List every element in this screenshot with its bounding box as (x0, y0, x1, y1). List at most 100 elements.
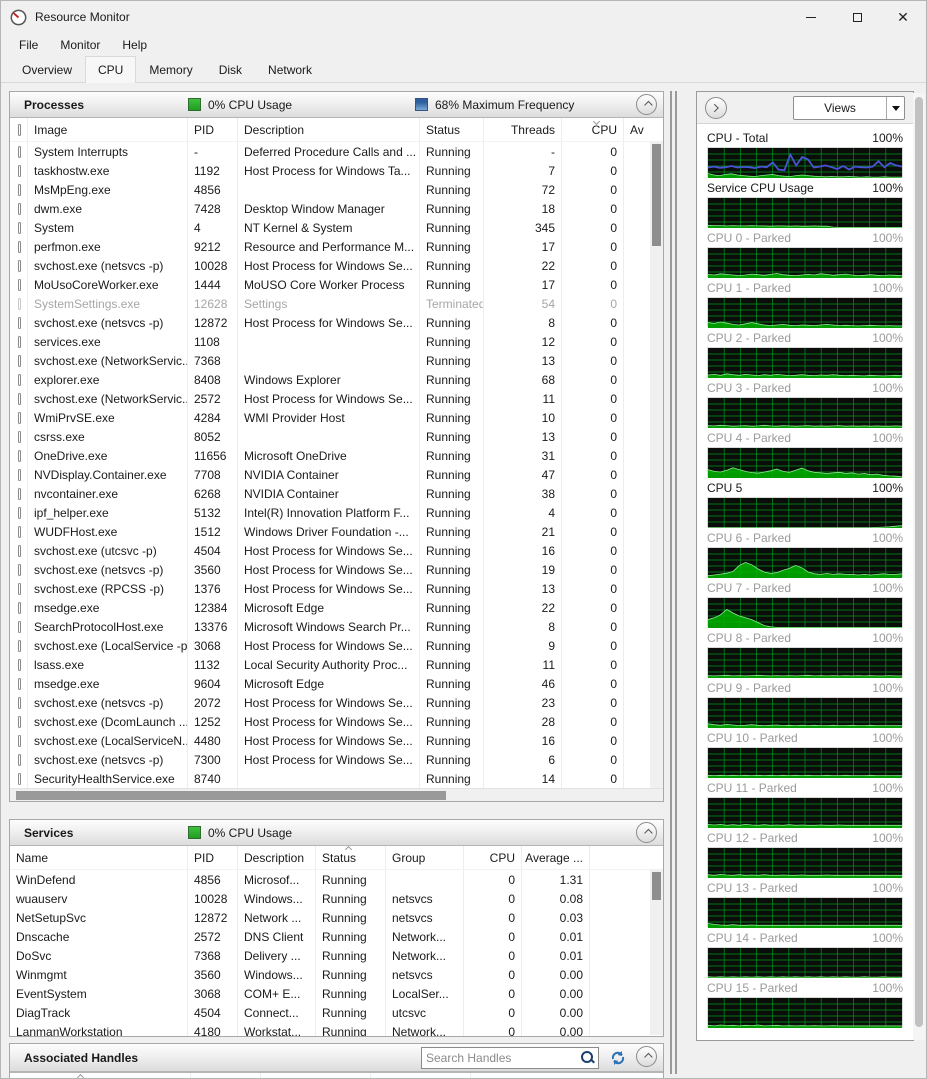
process-row[interactable]: WUDFHost.exe 1512 Windows Driver Foundatio… (10, 522, 663, 541)
row-checkbox[interactable] (10, 560, 28, 579)
select-all-checkbox[interactable] (10, 118, 28, 141)
row-checkbox[interactable] (10, 275, 28, 294)
processes-vertical-scrollbar[interactable] (650, 142, 663, 788)
row-checkbox[interactable] (10, 218, 28, 237)
col-threads[interactable]: Threads (484, 118, 562, 141)
row-checkbox[interactable] (10, 617, 28, 636)
row-checkbox[interactable] (10, 522, 28, 541)
row-checkbox[interactable] (10, 237, 28, 256)
row-checkbox[interactable] (10, 408, 28, 427)
process-row[interactable]: csrss.exe 8052 Running 13 0 (10, 427, 663, 446)
row-checkbox[interactable] (10, 484, 28, 503)
col-status[interactable]: Status (420, 118, 484, 141)
row-checkbox[interactable] (10, 161, 28, 180)
process-row[interactable]: svchost.exe (netsvcs -p) 10028 Host Proces… (10, 256, 663, 275)
close-button[interactable]: ✕ (880, 1, 926, 33)
process-row[interactable]: svchost.exe (RPCSS -p) 1376 Host Process f… (10, 579, 663, 598)
process-row[interactable]: ipf_helper.exe 5132 Intel(R) Innovation Pl… (10, 503, 663, 522)
row-checkbox[interactable] (10, 256, 28, 275)
row-checkbox[interactable] (10, 294, 28, 313)
processes-horizontal-scrollbar[interactable] (10, 788, 663, 801)
process-row[interactable]: perfmon.exe 9212 Resource and Performance … (10, 237, 663, 256)
process-row[interactable]: svchost.exe (utcsvc -p) 4504 Host Process … (10, 541, 663, 560)
tab-disk[interactable]: Disk (206, 58, 255, 82)
process-row[interactable]: msedge.exe 9604 Microsoft Edge Running 46 0 (10, 674, 663, 693)
col-group[interactable]: Group (386, 846, 464, 869)
process-row[interactable]: taskhostw.exe 1192 Host Process for Window… (10, 161, 663, 180)
service-row[interactable]: WinDefend 4856 Microsof... Running 0 1.31 (10, 870, 663, 889)
tab-cpu[interactable]: CPU (85, 56, 137, 83)
views-dropdown-arrow[interactable] (886, 97, 904, 119)
process-row[interactable]: SystemSettings.exe 12628 Settings Terminate… (10, 294, 663, 313)
col-description[interactable]: Description (238, 846, 316, 869)
col-name[interactable]: Name (10, 846, 188, 869)
col-description[interactable]: Description (238, 118, 420, 141)
views-button[interactable]: Views (793, 96, 905, 120)
row-checkbox[interactable] (10, 636, 28, 655)
col-status[interactable]: Status (316, 846, 386, 869)
row-checkbox[interactable] (10, 389, 28, 408)
row-checkbox[interactable] (10, 579, 28, 598)
col-pid[interactable]: PID (188, 846, 238, 869)
process-row[interactable]: svchost.exe (NetworkServic... 2572 Host Pr… (10, 389, 663, 408)
process-row[interactable]: System Interrupts - Deferred Procedure Cal… (10, 142, 663, 161)
row-checkbox[interactable] (10, 465, 28, 484)
row-checkbox[interactable] (10, 598, 28, 617)
row-checkbox[interactable] (10, 731, 28, 750)
menu-help[interactable]: Help (112, 35, 157, 55)
process-row[interactable]: svchost.exe (netsvcs -p) 2072 Host Process… (10, 693, 663, 712)
row-checkbox[interactable] (10, 693, 28, 712)
col-cpu[interactable]: CPU (464, 846, 522, 869)
service-row[interactable]: DiagTrack 4504 Connect... Running utcsvc 0 0.0… (10, 1003, 663, 1022)
panel-splitter[interactable] (668, 91, 680, 1074)
services-vertical-scrollbar[interactable] (650, 870, 663, 1035)
process-row[interactable]: WmiPrvSE.exe 4284 WMI Provider Host Running… (10, 408, 663, 427)
process-row[interactable]: svchost.exe (netsvcs -p) 7300 Host Process… (10, 750, 663, 769)
process-row[interactable]: OneDrive.exe 11656 Microsoft OneDrive Runni… (10, 446, 663, 465)
row-checkbox[interactable] (10, 712, 28, 731)
processes-header[interactable]: Processes 0% CPU Usage 68% Maximum Frequ… (10, 92, 663, 118)
process-row[interactable]: svchost.exe (DcomLaunch ... 1252 Host Proc… (10, 712, 663, 731)
process-row[interactable]: svchost.exe (netsvcs -p) 3560 Host Process… (10, 560, 663, 579)
process-row[interactable]: explorer.exe 8408 Windows Explorer Running 6… (10, 370, 663, 389)
row-checkbox[interactable] (10, 351, 28, 370)
service-row[interactable]: LanmanWorkstation 4180 Workstat... Running N… (10, 1022, 663, 1036)
row-checkbox[interactable] (10, 541, 28, 560)
process-row[interactable]: MoUsoCoreWorker.exe 1444 MoUSO Core Worker… (10, 275, 663, 294)
process-row[interactable]: NVDisplay.Container.exe 7708 NVIDIA Contai… (10, 465, 663, 484)
maximize-button[interactable] (834, 1, 880, 33)
process-row[interactable]: msedge.exe 12384 Microsoft Edge Running 22 0 (10, 598, 663, 617)
service-row[interactable]: DoSvc 7368 Delivery ... Running Network... 0 0… (10, 946, 663, 965)
menu-file[interactable]: File (9, 35, 48, 55)
tab-memory[interactable]: Memory (136, 58, 205, 82)
row-checkbox[interactable] (10, 655, 28, 674)
process-row[interactable]: System 4 NT Kernel & System Running 345 0 (10, 218, 663, 237)
process-row[interactable]: SearchProtocolHost.exe 13376 Microsoft Win… (10, 617, 663, 636)
row-checkbox[interactable] (10, 769, 28, 788)
handles-header[interactable]: Associated Handles (10, 1044, 663, 1072)
col-pid[interactable]: PID (188, 118, 238, 141)
service-row[interactable]: wuauserv 10028 Windows... Running netsvcs 0 0.… (10, 889, 663, 908)
col-average-cpu[interactable]: Av (624, 118, 663, 141)
row-checkbox[interactable] (10, 446, 28, 465)
services-header[interactable]: Services 0% CPU Usage (10, 820, 663, 846)
service-row[interactable]: Winmgmt 3560 Windows... Running netsvcs 0 0.00 (10, 965, 663, 984)
service-row[interactable]: Dnscache 2572 DNS Client Running Network... 0… (10, 927, 663, 946)
services-collapse-button[interactable] (636, 822, 657, 843)
row-checkbox[interactable] (10, 199, 28, 218)
processes-collapse-button[interactable] (636, 94, 657, 115)
col-image[interactable]: Image (28, 118, 188, 141)
row-checkbox[interactable] (10, 427, 28, 446)
process-row[interactable]: services.exe 1108 Running 12 0 (10, 332, 663, 351)
refresh-icon[interactable] (609, 1049, 627, 1067)
search-input[interactable] (422, 1051, 579, 1065)
row-checkbox[interactable] (10, 313, 28, 332)
row-checkbox[interactable] (10, 674, 28, 693)
process-row[interactable]: svchost.exe (netsvcs -p) 12872 Host Proces… (10, 313, 663, 332)
row-checkbox[interactable] (10, 142, 28, 161)
minimize-button[interactable] (788, 1, 834, 33)
service-row[interactable]: EventSystem 3068 COM+ E... Running LocalSer.… (10, 984, 663, 1003)
tab-network[interactable]: Network (255, 58, 325, 82)
menu-monitor[interactable]: Monitor (50, 35, 110, 55)
process-row[interactable]: svchost.exe (LocalServiceN... 4480 Host Pr… (10, 731, 663, 750)
